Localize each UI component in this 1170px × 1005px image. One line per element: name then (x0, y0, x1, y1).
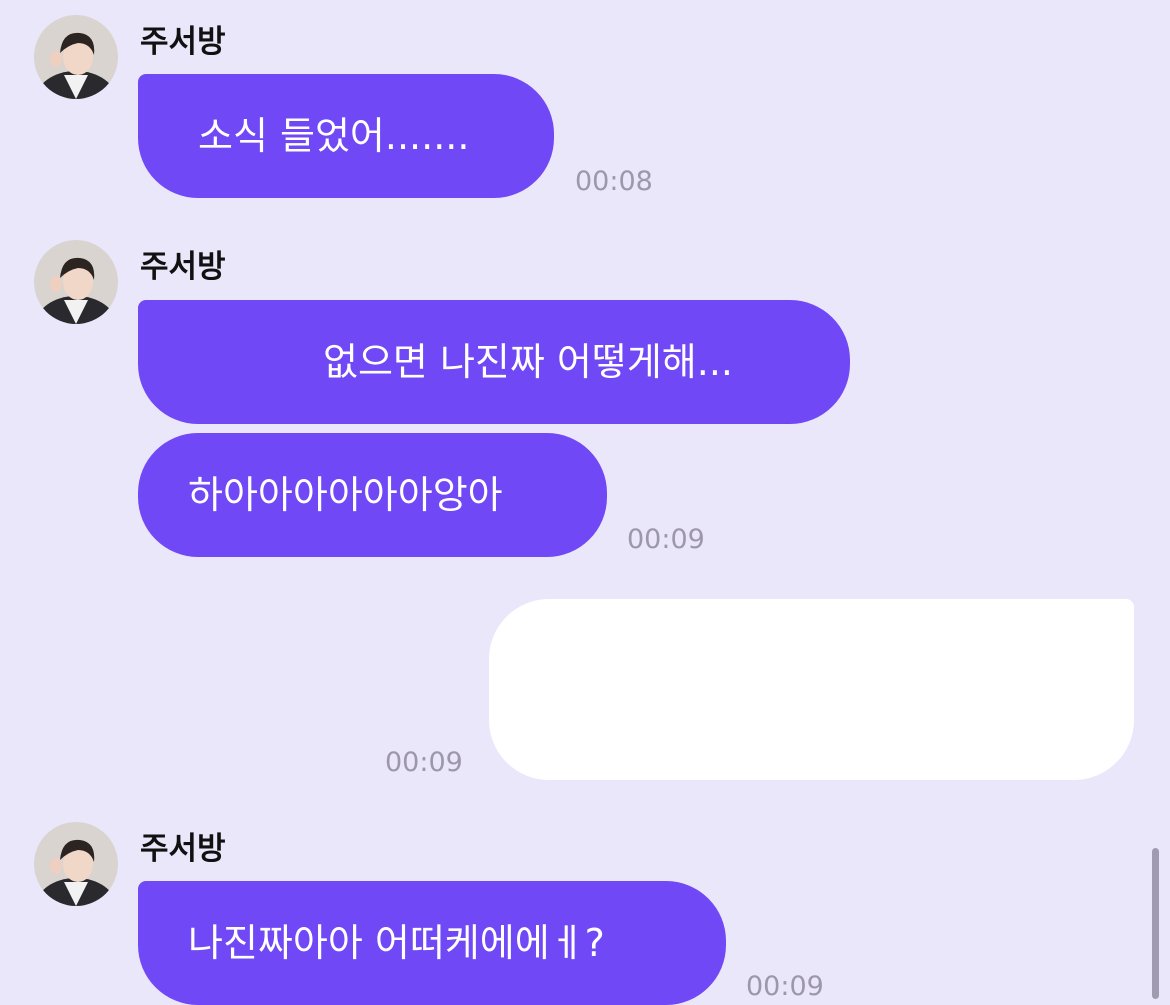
outgoing-message-bubble[interactable] (489, 599, 1134, 780)
sender-name: 주서방 (140, 831, 226, 867)
avatar[interactable] (34, 240, 118, 324)
sender-name: 주서방 (140, 249, 226, 285)
message-bubble[interactable]: 나진짜아아 어떠케에에ㅔ? (138, 881, 726, 1005)
message-timestamp: 00:09 (385, 747, 463, 778)
message-bubble[interactable]: 없으면 나진짜 어떻게해... (138, 300, 850, 424)
avatar[interactable] (34, 15, 118, 99)
chat-area[interactable]: 주서방 소식 들었어....... 00:08 주서방 없으면 나진짜 어떻게해… (0, 0, 1170, 1005)
message-timestamp: 00:09 (627, 524, 705, 555)
message-bubble[interactable]: 소식 들었어....... (138, 74, 554, 198)
avatar[interactable] (34, 822, 118, 906)
scrollbar[interactable] (1152, 848, 1159, 999)
message-timestamp: 00:08 (575, 166, 653, 197)
message-text: 소식 들었어....... (198, 114, 470, 158)
message-text: 없으면 나진짜 어떻게해... (323, 340, 733, 384)
message-text: 나진짜아아 어떠케에에ㅔ? (188, 921, 605, 965)
message-text: 하아아아아아아앙아 (188, 473, 503, 517)
message-bubble[interactable]: 하아아아아아아앙아 (138, 433, 607, 557)
sender-name: 주서방 (140, 24, 226, 60)
